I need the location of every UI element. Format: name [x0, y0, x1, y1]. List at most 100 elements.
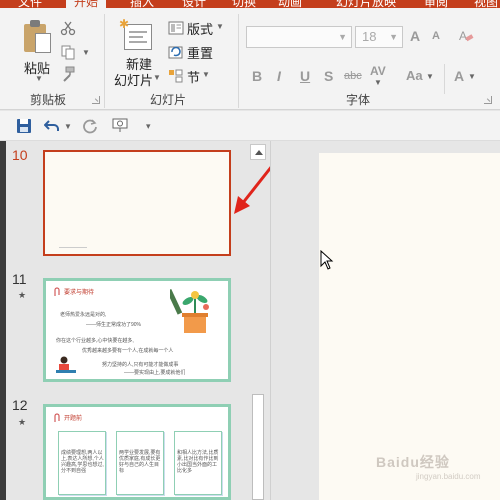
- slide11-title: 要求与期待: [64, 290, 95, 296]
- tab-slideshow[interactable]: 幻灯片放映: [336, 0, 396, 8]
- layout-icon: [168, 21, 184, 35]
- slide-thumbnail-10[interactable]: [43, 150, 231, 256]
- new-slide-icon: ✱: [119, 17, 152, 50]
- tab-review[interactable]: 审阅: [424, 0, 448, 8]
- slide12-card1-text: 成绩要理想,两人以上,表达人所想,个人兴趣高,学思也想过,分不到自强: [61, 450, 104, 474]
- italic-button[interactable]: I: [277, 68, 281, 84]
- slide11-line2: ——师生正常成功了90%: [86, 322, 142, 328]
- person-reading-illustration: [56, 356, 76, 373]
- bold-button[interactable]: B: [252, 68, 262, 84]
- chevron-down-icon: ▼: [468, 72, 476, 81]
- scrollbar-thumb[interactable]: [252, 394, 264, 500]
- chevron-down-icon: ▼: [216, 22, 224, 31]
- chevron-down-icon: ▼: [389, 32, 398, 42]
- layout-label: 版式: [187, 22, 214, 37]
- quick-access-toolbar: ▼ ▾: [0, 111, 500, 141]
- slides-group-label: 幻灯片: [150, 93, 187, 107]
- tab-file[interactable]: 文件: [18, 0, 42, 8]
- layout-button[interactable]: 版式 ▼: [166, 18, 228, 38]
- tab-home[interactable]: 开始: [66, 0, 107, 8]
- mouse-cursor-icon: [320, 250, 334, 270]
- strikethrough-button[interactable]: abc: [344, 70, 362, 82]
- tab-view[interactable]: 视图: [474, 0, 498, 8]
- svg-text:A: A: [459, 29, 467, 43]
- section-label: 节: [187, 70, 201, 85]
- grow-font-button[interactable]: A: [410, 28, 420, 44]
- chevron-down-icon: ▼: [338, 32, 347, 42]
- paperclip-icon: [54, 413, 60, 422]
- slide11-line5: 努力坚持的人,只有可能才能做成事: [102, 362, 179, 368]
- watermark-url: jingyan.baidu.com: [416, 472, 481, 481]
- slide12-card3-text: 和相人比方法,比质素,比对比有作比到小出国当外面的工比化多: [177, 450, 219, 474]
- current-slide-canvas[interactable]: [319, 153, 500, 500]
- cut-icon[interactable]: [60, 20, 76, 36]
- paste-icon: [24, 20, 52, 54]
- font-size-value: 18: [362, 29, 377, 44]
- group-separator: [238, 14, 239, 108]
- tab-design[interactable]: 设计: [182, 0, 206, 8]
- reset-icon: [168, 46, 183, 59]
- slide-thumbnail-12[interactable]: 开题前 成绩要理想,两人以上,表达人所想,个人兴趣高,学思也想过,分不到自强 两…: [43, 404, 231, 500]
- slideshow-from-start-icon[interactable]: [112, 117, 128, 133]
- reset-label: 重置: [187, 46, 214, 61]
- text-shadow-button[interactable]: S: [324, 68, 333, 84]
- potted-plant-illustration: [170, 288, 209, 333]
- format-painter-icon[interactable]: [60, 66, 76, 82]
- chevron-down-icon: ▼: [426, 72, 434, 81]
- slide-footer-line: [59, 247, 87, 248]
- shrink-font-button[interactable]: A: [432, 30, 440, 42]
- redo-icon[interactable]: [82, 118, 98, 134]
- tab-transitions[interactable]: 切换: [232, 0, 256, 8]
- tab-animations[interactable]: 动画: [278, 0, 302, 8]
- section-button[interactable]: 节 ▼: [166, 66, 216, 86]
- save-icon[interactable]: [16, 118, 32, 134]
- group-separator: [104, 14, 105, 108]
- chevron-down-icon[interactable]: ▼: [82, 48, 90, 57]
- slide-number-10: 10: [12, 147, 28, 163]
- slide12-card-1: 成绩要理想,两人以上,表达人所想,个人兴趣高,学思也想过,分不到自强: [58, 431, 106, 495]
- underline-button[interactable]: U: [300, 68, 310, 84]
- slide11-line1: 老师热爱永远是对的,: [60, 312, 107, 318]
- char-spacing-button[interactable]: AV: [370, 64, 386, 78]
- chevron-down-icon[interactable]: ▼: [64, 122, 72, 131]
- group-separator: [444, 64, 445, 94]
- slide12-card2-text: 两学业要发展,要有优质家庭,有成长更好与自己的人生目标: [119, 450, 161, 474]
- new-slide-button[interactable]: ✱ 新建 幻灯片 ▼: [108, 10, 162, 90]
- change-case-button[interactable]: Aa: [406, 68, 423, 83]
- font-size-combo[interactable]: 18 ▼: [355, 26, 403, 48]
- slide11-line6: ——要实现由上,要成就他们: [124, 370, 186, 376]
- watermark-text: Baidu经验: [376, 454, 450, 470]
- copy-icon[interactable]: [60, 44, 76, 60]
- scroll-up-button[interactable]: [250, 144, 266, 160]
- slide-thumbnail-11[interactable]: 要求与期待 老师热爱永远是对的, ——师生正常成功了90% 你在这个行业越多,心…: [43, 278, 231, 382]
- undo-icon[interactable]: [44, 118, 60, 134]
- slide12-title: 开题前: [64, 416, 83, 422]
- new-slide-label-2: 幻灯片: [114, 73, 154, 88]
- slide-number-12: 12: [12, 397, 28, 413]
- reset-button[interactable]: 重置: [166, 42, 222, 62]
- red-pointer-arrow: [234, 165, 274, 214]
- slide11-line3: 你在这个行业越多,心中快要在越多,: [56, 338, 134, 344]
- slide12-card-3: 和相人比方法,比质素,比对比有作比到小出国当外面的工比化多: [174, 431, 222, 495]
- chevron-down-icon: ▼: [202, 70, 210, 79]
- ribbon: 粘贴 ▼ ▼ 剪贴板 ✱ 新建 幻灯片 ▼ 版式 ▼ 重置 节 ▼ 幻灯片 ▼ …: [0, 8, 500, 110]
- paperclip-icon: [54, 287, 60, 296]
- tab-insert[interactable]: 插入: [130, 0, 154, 8]
- slide-editing-area: [270, 141, 500, 500]
- font-launcher-icon[interactable]: [484, 96, 492, 104]
- chevron-down-icon: ▼: [153, 73, 161, 82]
- animation-star-icon: ★: [18, 290, 27, 300]
- clipboard-launcher-icon[interactable]: [92, 96, 100, 104]
- chevron-down-icon: ▼: [35, 74, 43, 83]
- font-name-combo[interactable]: ▼: [246, 26, 352, 48]
- customize-qat-icon[interactable]: ▾: [146, 121, 151, 132]
- animation-star-icon: ★: [18, 417, 27, 427]
- clipboard-group-label: 剪贴板: [30, 93, 67, 107]
- font-color-button[interactable]: A: [454, 68, 464, 84]
- slide12-card-2: 两学业要发展,要有优质家庭,有成长更好与自己的人生目标: [116, 431, 164, 495]
- clear-format-icon[interactable]: A: [458, 28, 474, 44]
- paste-button[interactable]: 粘贴 ▼: [18, 10, 58, 83]
- ribbon-tab-strip: 文件 开始 插入 设计 切换 动画 幻灯片放映 审阅 视图: [0, 0, 500, 8]
- slide-number-11: 11: [12, 271, 27, 287]
- chevron-down-icon: ▼: [374, 78, 382, 87]
